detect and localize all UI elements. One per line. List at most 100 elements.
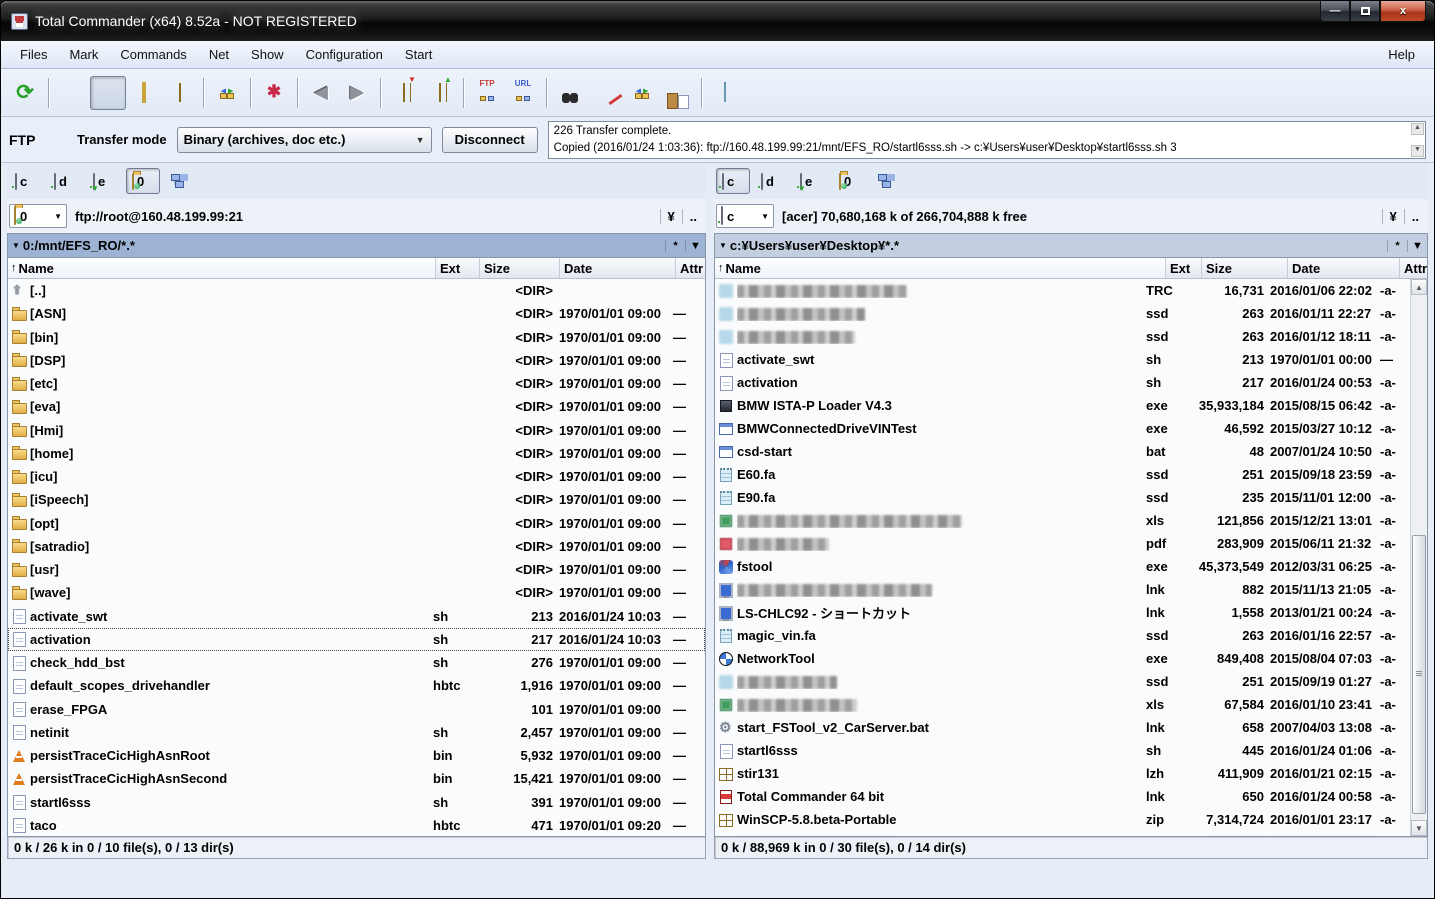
file-row[interactable]: persistTraceCicHighAsnRoot bin 5,932 1970/0… — [8, 744, 705, 767]
file-row[interactable]: TRC 16,731 2016/01/06 22:02 -a- — [715, 279, 1410, 302]
toolbar-button-tree[interactable] — [162, 76, 198, 110]
file-row[interactable]: E60.fa ssd 251 2015/09/18 23:59 -a- — [715, 463, 1410, 486]
file-row[interactable]: Total Commander 64 bit lnk 650 2016/01/24 0… — [715, 785, 1410, 808]
right-drive-button-e[interactable]: ▼ e — [794, 168, 828, 194]
right-file-list[interactable]: TRC 16,731 2016/01/06 22:02 -a-ssd 263 2016/0… — [714, 279, 1428, 837]
toolbar-button-ftp-url[interactable]: URL — [505, 76, 541, 110]
file-row[interactable]: taco hbtc 471 1970/01/01 09:20 — — [8, 814, 705, 836]
toolbar-button-refresh[interactable]: ⟳ — [7, 76, 43, 110]
file-row[interactable]: [iSpeech] <DIR> 1970/01/01 09:00 — — [8, 488, 705, 511]
scroll-down-icon[interactable]: ▼ — [1411, 820, 1427, 836]
toolbar-button-dir-sync[interactable] — [209, 76, 245, 110]
file-row[interactable]: ssd 263 2016/01/12 18:11 -a- — [715, 325, 1410, 348]
file-row[interactable]: NetworkTool exe 849,408 2015/08/04 07:03 -a- — [715, 647, 1410, 670]
maximize-button[interactable] — [1350, 1, 1380, 22]
right-path-bar[interactable]: ▼ c:¥Users¥user¥Desktop¥*.* * ▼ — [714, 233, 1428, 257]
left-drive-button-e[interactable]: ▼ e — [87, 168, 121, 194]
file-row[interactable]: [DSP] <DIR> 1970/01/01 09:00 — — [8, 349, 705, 372]
right-history-button[interactable]: * — [1387, 239, 1407, 252]
menu-item-files[interactable]: Files — [9, 43, 58, 66]
left-drive-button-d[interactable]: d — [48, 168, 82, 194]
title-bar[interactable]: Total Commander (x64) 8.52a - NOT REGIST… — [1, 1, 1434, 41]
close-button[interactable]: x — [1380, 1, 1426, 22]
file-row[interactable]: pdf 283,909 2015/06/11 21:32 -a- — [715, 532, 1410, 555]
file-row[interactable]: fstool exe 45,373,549 2012/03/31 06:25 -a- — [715, 555, 1410, 578]
left-header-attr[interactable]: Attr — [675, 258, 705, 278]
left-drive-button-¥[interactable]: ¥ — [165, 168, 199, 194]
left-history-button[interactable]: * — [665, 239, 685, 252]
file-row[interactable]: activation sh 217 2016/01/24 10:03 — — [8, 627, 705, 651]
toolbar-button-forward[interactable]: ▶ — [339, 76, 375, 110]
menu-item-configuration[interactable]: Configuration — [295, 43, 394, 66]
file-row[interactable]: [wave] <DIR> 1970/01/01 09:00 — — [8, 581, 705, 604]
right-scrollbar[interactable]: ▲ ▼ — [1410, 279, 1427, 836]
file-row[interactable]: csd-start bat 48 2007/01/24 10:50 -a- — [715, 440, 1410, 463]
left-drive-button-c[interactable]: c — [9, 168, 43, 194]
file-row[interactable]: start_FSTool_v2_CarServer.bat lnk 658 2007/… — [715, 716, 1410, 739]
toolbar-button-search[interactable] — [552, 76, 588, 110]
left-path-bar[interactable]: ▼ 0:/mnt/EFS_RO/*.* * ▼ — [7, 233, 706, 257]
toolbar-button-sync-dirs[interactable] — [624, 76, 660, 110]
file-row[interactable]: erase_FPGA 101 1970/01/01 09:00 — — [8, 698, 705, 721]
toolbar-button-thumbnails[interactable] — [126, 76, 162, 110]
menu-item-show[interactable]: Show — [240, 43, 295, 66]
log-scroll-down-icon[interactable]: ▼ — [1411, 144, 1424, 157]
left-file-list[interactable]: [..]<DIR>[ASN]<DIR>1970/01/01 09:00—[bin… — [7, 279, 706, 837]
left-header-size[interactable]: Size — [479, 258, 559, 278]
file-row[interactable]: E90.fa ssd 235 2015/11/01 12:00 -a- — [715, 486, 1410, 509]
file-row[interactable]: lnk 882 2015/11/13 21:05 -a- — [715, 578, 1410, 601]
left-root-dir-button[interactable]: ¥ — [659, 208, 682, 224]
file-row[interactable]: [..] <DIR> — [8, 279, 705, 302]
file-row[interactable] — [715, 831, 1410, 836]
right-header-ext[interactable]: Ext — [1165, 258, 1201, 278]
toolbar-button-run-command[interactable]: ✱ — [256, 76, 292, 110]
file-row[interactable]: default_scopes_drivehandler hbtc 1,916 1970… — [8, 674, 705, 697]
file-row[interactable]: magic_vin.fa ssd 263 2016/01/16 22:57 -a- — [715, 624, 1410, 647]
left-parent-dir-button[interactable]: .. — [681, 208, 704, 224]
file-row[interactable]: activation sh 217 2016/01/24 00:53 -a- — [715, 371, 1410, 394]
left-path-dropdown-button[interactable]: ▼ — [685, 239, 705, 252]
file-row[interactable]: [usr] <DIR> 1970/01/01 09:00 — — [8, 558, 705, 581]
file-row[interactable]: stir131 lzh 411,909 2016/01/21 02:15 -a- — [715, 762, 1410, 785]
disconnect-button[interactable]: Disconnect — [441, 126, 538, 153]
log-scroll-up-icon[interactable]: ▲ — [1411, 122, 1424, 135]
left-header-name[interactable]: ↑ Name — [8, 258, 435, 278]
file-row[interactable]: [home] <DIR> 1970/01/01 09:00 — — [8, 442, 705, 465]
transfer-mode-select[interactable]: Binary (archives, doc etc.) ▼ — [176, 126, 432, 153]
file-row[interactable]: [icu] <DIR> 1970/01/01 09:00 — — [8, 465, 705, 488]
right-header-name[interactable]: ↑ Name — [715, 258, 1165, 278]
toolbar-button-back[interactable]: ◀ — [303, 76, 339, 110]
file-row[interactable]: activate_swt sh 213 1970/01/01 00:00 — — [715, 348, 1410, 371]
toolbar-button-copy-info[interactable] — [660, 76, 696, 110]
menu-item-help[interactable]: Help — [1377, 43, 1426, 66]
menu-item-mark[interactable]: Mark — [58, 43, 109, 66]
left-header-ext[interactable]: Ext — [435, 258, 479, 278]
right-header-attr[interactable]: Attr — [1399, 258, 1427, 278]
ftp-log[interactable]: 226 Transfer complete. Copied (2016/01/2… — [547, 120, 1426, 159]
file-row[interactable]: BMW ISTA-P Loader V4.3 exe 35,933,184 2015/… — [715, 394, 1410, 417]
file-row[interactable]: [etc] <DIR> 1970/01/01 09:00 — — [8, 372, 705, 395]
file-row[interactable]: ssd 263 2016/01/11 22:27 -a- — [715, 302, 1410, 325]
file-row[interactable]: startl6sss sh 391 1970/01/01 09:00 — — [8, 791, 705, 814]
menu-item-start[interactable]: Start — [394, 43, 443, 66]
file-row[interactable]: [satradio] <DIR> 1970/01/01 09:00 — — [8, 535, 705, 558]
file-row[interactable]: xls 121,856 2015/12/21 13:01 -a- — [715, 509, 1410, 532]
file-row[interactable]: BMWConnectedDriveVINTest exe 46,592 2015/03… — [715, 417, 1410, 440]
file-row[interactable]: ssd 251 2015/09/19 01:27 -a- — [715, 670, 1410, 693]
toolbar-button-pack[interactable]: ▼ — [386, 75, 422, 110]
menu-item-net[interactable]: Net — [198, 43, 240, 66]
right-header-size[interactable]: Size — [1201, 258, 1287, 278]
left-drive-button-0[interactable]: 0 — [126, 168, 160, 194]
left-drive-combo[interactable]: 0 ▼ — [9, 204, 67, 228]
toolbar-button-notes[interactable] — [707, 76, 743, 110]
file-row[interactable]: xls 67,584 2016/01/10 23:41 -a- — [715, 693, 1410, 716]
right-header-date[interactable]: Date — [1287, 258, 1399, 278]
file-row[interactable]: WinSCP-5.8.beta-Portable zip 7,314,724 2016… — [715, 808, 1410, 831]
file-row[interactable]: netinit sh 2,457 1970/01/01 09:00 — — [8, 721, 705, 744]
right-parent-dir-button[interactable]: .. — [1403, 208, 1426, 224]
right-drive-button-d[interactable]: d — [755, 168, 789, 194]
file-row[interactable]: startl6sss sh 445 2016/01/24 01:06 -a- — [715, 739, 1410, 762]
right-path-dropdown-button[interactable]: ▼ — [1407, 239, 1427, 252]
file-row[interactable]: persistTraceCicHighAsnSecond bin 15,421 197… — [8, 767, 705, 790]
file-row[interactable]: check_hdd_bst sh 276 1970/01/01 09:00 — — [8, 651, 705, 674]
